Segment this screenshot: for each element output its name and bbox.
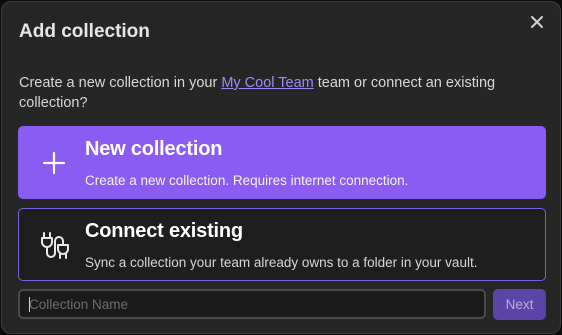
description-text-before: Create a new collection in your: [19, 75, 222, 91]
next-button[interactable]: Next: [493, 289, 546, 320]
new-collection-subtitle: Create a new collection. Requires intern…: [85, 173, 409, 188]
connect-existing-subtitle: Sync a collection your team already owns…: [85, 255, 478, 270]
new-collection-option[interactable]: New collection Create a new collection. …: [18, 126, 546, 199]
connect-existing-option[interactable]: Connect existing Sync a collection your …: [18, 208, 546, 281]
collection-name-input[interactable]: [18, 289, 486, 319]
dialog-description: Create a new collection in your My Cool …: [19, 73, 539, 113]
plus-icon: [42, 151, 66, 175]
close-icon: [531, 16, 543, 28]
text-caret: [29, 297, 30, 312]
new-collection-title: New collection: [85, 138, 223, 160]
plug-connect-icon: [41, 232, 69, 259]
connect-existing-title: Connect existing: [85, 220, 243, 242]
team-link[interactable]: My Cool Team: [221, 75, 313, 91]
add-collection-dialog: Add collection Create a new collection i…: [1, 1, 561, 334]
close-button[interactable]: [526, 11, 548, 33]
collection-name-row: Next: [18, 289, 546, 321]
dialog-title: Add collection: [19, 21, 150, 42]
